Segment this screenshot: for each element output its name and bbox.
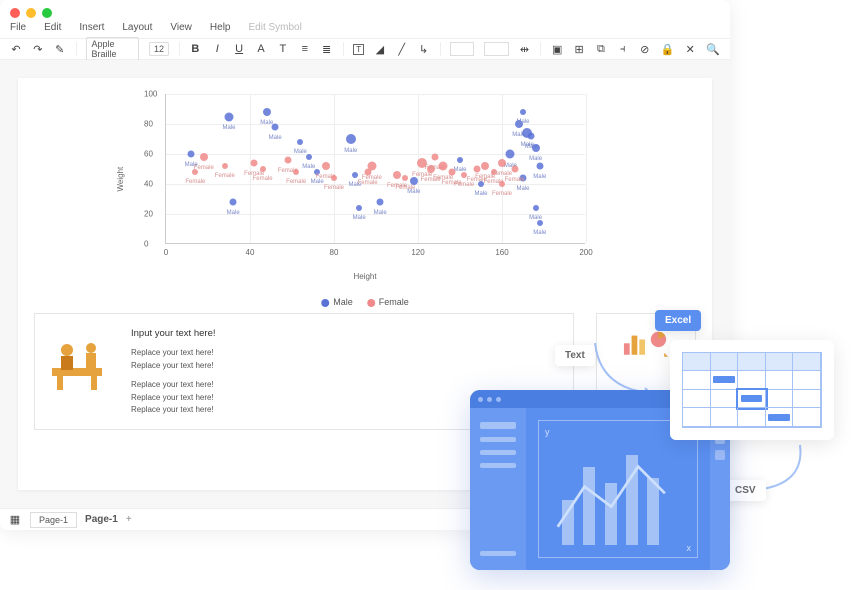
lock-icon[interactable]: 🔒	[661, 42, 675, 56]
menu-layout[interactable]: Layout	[122, 22, 152, 33]
width-input[interactable]	[450, 42, 474, 56]
minimize-window-icon[interactable]	[26, 8, 36, 18]
text-size-icon[interactable]: T	[277, 42, 289, 56]
text-pill: Text	[555, 345, 595, 366]
image-icon[interactable]: ▣	[551, 42, 563, 56]
menu-view[interactable]: View	[170, 22, 192, 33]
data-sources-illustration: Excel Text CSV y x	[460, 290, 860, 590]
excel-pill: Excel	[655, 310, 701, 331]
search-icon[interactable]: 🔍	[706, 42, 720, 56]
align-left-icon[interactable]: ≡	[299, 42, 311, 56]
close-window-icon[interactable]	[10, 8, 20, 18]
legend: Male Female	[321, 297, 409, 307]
align-icon[interactable]: ⫞	[617, 42, 629, 56]
text-box-icon[interactable]: T	[353, 44, 363, 55]
bold-icon[interactable]: B	[189, 42, 201, 56]
spreadsheet-mock	[670, 340, 834, 440]
font-size-input[interactable]: 12	[149, 42, 168, 56]
group-icon[interactable]: ⧉	[595, 42, 607, 56]
x-axis-label: Height	[353, 272, 376, 281]
y-axis-label: Weight	[116, 166, 125, 191]
font-color-icon[interactable]: A	[255, 42, 267, 56]
add-page-button[interactable]: +	[126, 514, 132, 525]
menu-edit-symbol[interactable]: Edit Symbol	[248, 22, 301, 33]
menu-insert[interactable]: Insert	[79, 22, 104, 33]
italic-icon[interactable]: I	[211, 42, 223, 56]
tools-icon[interactable]: ✕	[684, 42, 696, 56]
menu-edit[interactable]: Edit	[44, 22, 61, 33]
height-input[interactable]	[484, 42, 508, 56]
maximize-window-icon[interactable]	[42, 8, 52, 18]
font-select[interactable]: Apple Braille	[86, 37, 139, 61]
toolbar: ↶ ↷ ✎ Apple Braille 12 B I U A T ≡ ≣ T ◢…	[0, 38, 730, 60]
pages-icon[interactable]: ▦	[8, 513, 22, 527]
redo-icon[interactable]: ↷	[32, 42, 44, 56]
desk-people-icon	[47, 326, 117, 396]
scatter-chart[interactable]: Weight 02040608010004080120160200MaleMal…	[135, 94, 595, 279]
page-tab[interactable]: Page-1	[30, 512, 77, 528]
menubar: File Edit Insert Layout View Help Edit Symbol	[10, 22, 302, 33]
window-controls	[10, 8, 52, 18]
csv-pill: CSV	[725, 480, 766, 501]
insert-icon[interactable]: ⊞	[573, 42, 585, 56]
arrow-icon[interactable]: ↳	[418, 42, 430, 56]
card-text: Input your text here!Replace your text h…	[131, 326, 216, 417]
disable-icon[interactable]: ⊘	[639, 42, 651, 56]
spacing-icon[interactable]: ⇹	[519, 42, 531, 56]
page-label: Page-1	[85, 514, 118, 525]
undo-icon[interactable]: ↶	[10, 42, 22, 56]
line-icon[interactable]: ╱	[396, 42, 408, 56]
fill-icon[interactable]: ◢	[374, 42, 386, 56]
align-center-icon[interactable]: ≣	[321, 42, 333, 56]
underline-icon[interactable]: U	[233, 42, 245, 56]
menu-help[interactable]: Help	[210, 22, 231, 33]
format-painter-icon[interactable]: ✎	[54, 42, 66, 56]
menu-file[interactable]: File	[10, 22, 26, 33]
